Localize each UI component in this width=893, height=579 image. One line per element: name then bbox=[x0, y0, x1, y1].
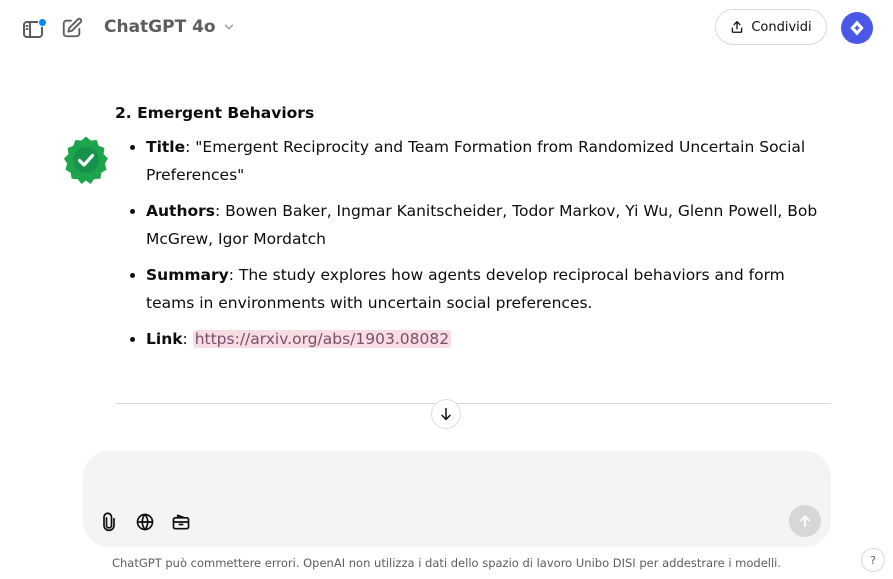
message-composer bbox=[83, 451, 831, 547]
item-separator: : bbox=[182, 330, 193, 348]
list-item-authors: Authors: Bowen Baker, Ingmar Kanitscheid… bbox=[146, 197, 835, 253]
sidebar-toggle-button[interactable] bbox=[20, 16, 47, 42]
web-search-button[interactable] bbox=[132, 509, 158, 535]
list-item-link: Link: https://arxiv.org/abs/1903.08082 bbox=[146, 325, 835, 353]
item-separator: : bbox=[215, 202, 226, 220]
item-key: Link bbox=[146, 330, 183, 348]
paper-details-list: Title: "Emergent Reciprocity and Team Fo… bbox=[115, 133, 835, 353]
new-chat-button[interactable] bbox=[59, 15, 85, 41]
item-value: Bowen Baker, Ingmar Kanitscheider, Todor… bbox=[146, 202, 818, 248]
message-input[interactable] bbox=[105, 465, 789, 495]
disclaimer-text: ChatGPT può commettere errori. OpenAI no… bbox=[111, 556, 782, 570]
globe-icon bbox=[136, 513, 154, 531]
top-bar: ChatGPT 4o Condividi bbox=[0, 0, 893, 56]
share-button[interactable]: Condividi bbox=[715, 9, 827, 45]
send-button[interactable] bbox=[789, 505, 821, 537]
model-selector[interactable]: ChatGPT 4o bbox=[104, 17, 236, 37]
share-icon bbox=[732, 21, 743, 33]
share-label: Condividi bbox=[751, 19, 812, 35]
item-separator: : bbox=[185, 138, 196, 156]
divider bbox=[115, 403, 831, 404]
item-key: Title bbox=[146, 138, 186, 156]
chevron-down-icon bbox=[224, 24, 233, 30]
edit-icon bbox=[62, 17, 83, 38]
verified-badge-icon bbox=[64, 136, 108, 184]
help-button[interactable]: ? bbox=[861, 548, 885, 572]
tools-button[interactable] bbox=[168, 509, 194, 535]
attach-button[interactable] bbox=[96, 509, 122, 535]
list-item-summary: Summary: The study explores how agents d… bbox=[146, 261, 835, 317]
item-value: "Emergent Reciprocity and Team Formation… bbox=[146, 138, 806, 184]
item-value: The study explores how agents develop re… bbox=[146, 266, 785, 312]
arxiv-link[interactable]: https://arxiv.org/abs/1903.08082 bbox=[192, 330, 452, 348]
arrow-down-icon bbox=[441, 407, 451, 421]
assistant-message: 2. Emergent Behaviors Title: "Emergent R… bbox=[115, 101, 835, 361]
list-item-title: Title: "Emergent Reciprocity and Team Fo… bbox=[146, 133, 835, 189]
item-separator: : bbox=[228, 266, 239, 284]
toolbox-icon bbox=[172, 514, 190, 530]
arrow-up-icon bbox=[800, 515, 810, 528]
section-heading: 2. Emergent Behaviors bbox=[115, 104, 315, 122]
item-key: Summary bbox=[146, 266, 229, 284]
account-avatar[interactable] bbox=[841, 12, 873, 44]
notification-dot bbox=[38, 18, 47, 27]
item-key: Authors bbox=[146, 202, 215, 220]
workspace-icon bbox=[850, 20, 864, 36]
model-name-label: ChatGPT 4o bbox=[104, 17, 216, 37]
scroll-to-bottom-button[interactable] bbox=[431, 399, 461, 429]
paperclip-icon bbox=[103, 512, 115, 532]
